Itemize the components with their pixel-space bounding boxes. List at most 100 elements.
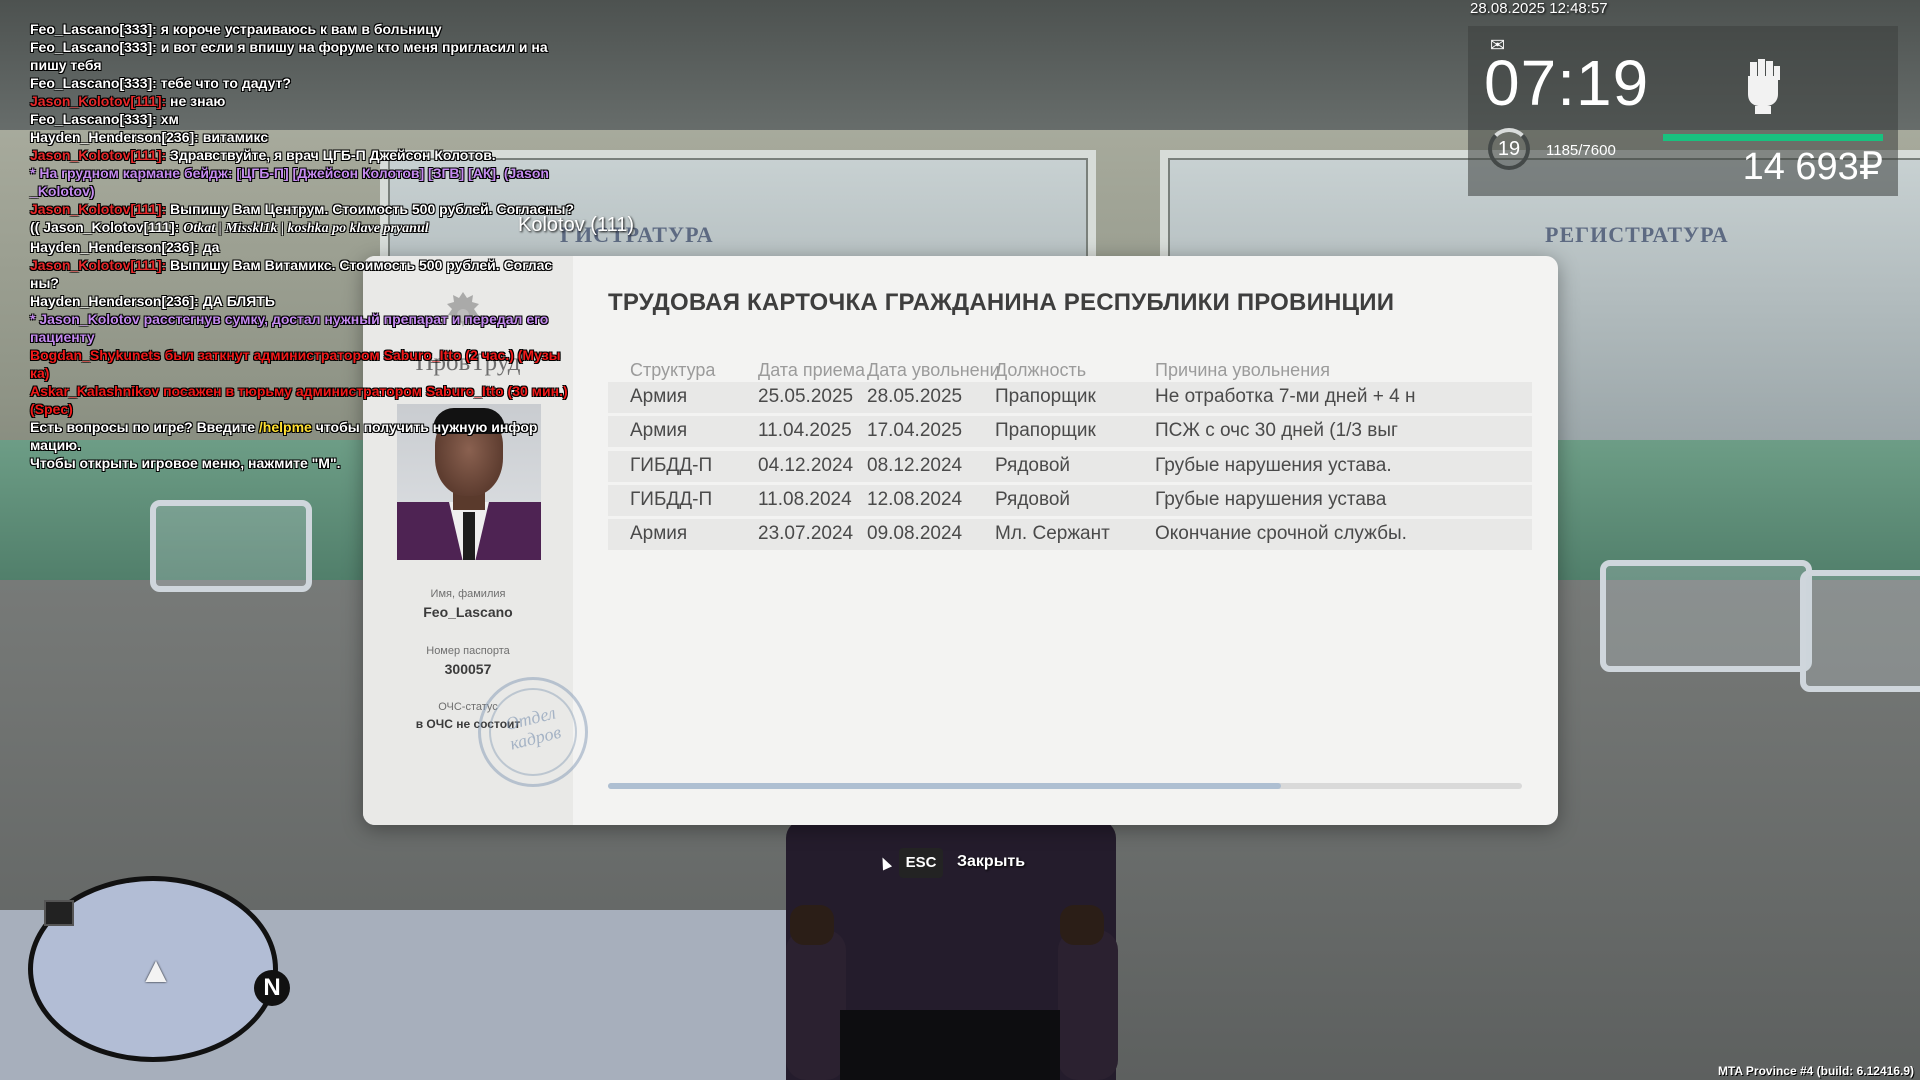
chat-segment: Otkat | Misskl1k | koshka po klave pryan… <box>183 221 429 236</box>
name-label: Имя, фамилия <box>430 588 506 600</box>
table-cell: 04.12.2024 <box>758 454 854 476</box>
chat-segment: Feo_Lascano[333]: хм <box>30 111 179 127</box>
chat-segment: Jason_Kolotov[111]: <box>30 93 167 109</box>
table-row: Армия 25.05.2025 28.05.2025 Прапорщик Не отр… <box>608 382 1532 413</box>
scrollbar-thumb[interactable] <box>608 783 1281 789</box>
hr-stamp: Отдел кадров <box>478 677 588 787</box>
chat-line: Hayden_Henderson[236]: да <box>30 238 600 256</box>
chat-line: Feo_Lascano[333]: я короче устраиваюсь к… <box>30 20 600 38</box>
chat-segment: Feo_Lascano[333]: я короче устраиваюсь к… <box>30 21 442 37</box>
chair <box>1800 570 1920 692</box>
table-cell: 08.12.2024 <box>867 454 963 476</box>
table-cell: 12.08.2024 <box>867 488 963 510</box>
chat-line: Jason_Kolotov[111]: Выпишу Вам Центрум. … <box>30 200 600 218</box>
chair <box>1600 560 1812 672</box>
hud-date: 28.08.2025 12:48:57 <box>1470 0 1608 17</box>
chat-line: * На грудном кармане бейдж: [ЦГБ-П] [Дже… <box>30 164 600 182</box>
chat-line: Чтобы открыть игровое меню, нажмите "M". <box>30 454 600 472</box>
employment-table[interactable]: Структура Дата приема Дата увольнени Должно… <box>608 360 1532 588</box>
table-cell: Грубые нарушения устава. <box>1155 454 1392 476</box>
table-cell: ПСЖ с очс 30 дней (1/3 выг <box>1155 420 1398 442</box>
passport-label: Номер паспорта <box>426 645 510 657</box>
chat-line: пациенту <box>30 328 600 346</box>
chat-segment: Jason_Kolotov[111]: <box>30 147 167 163</box>
chat-line: Feo_Lascano[333]: тебе что то дадут? <box>30 74 600 92</box>
chat-segment: (( Jason_Kolotov[111]: <box>30 219 184 235</box>
chat-line: Bogdan_Shykunets был заткнут администрат… <box>30 346 600 364</box>
table-cell: 23.07.2024 <box>758 523 854 545</box>
table-cell: 25.05.2025 <box>758 386 854 407</box>
chat-segment: чтобы получить нужную инфор <box>311 419 538 435</box>
chat-segment: Jason_Kolotov[111]: <box>30 201 167 217</box>
table-cell: Рядовой <box>995 454 1071 476</box>
chat-segment: Jason_Kolotov[111]: <box>30 257 167 273</box>
table-row: ГИБДД-П 11.08.2024 12.08.2024 Рядовой Грубые… <box>608 484 1532 516</box>
chat-segment: Выпишу Вам Центрум. Стоимость 500 рублей… <box>166 201 575 217</box>
chat-line: Есть вопросы по игре? Введите /helpme чт… <box>30 418 600 436</box>
table-column-header: Дата увольнени <box>867 360 1000 380</box>
health-bar <box>1663 134 1883 141</box>
hud-panel: ✉ 07:19 19 1185/7600 14 693₽ <box>1468 26 1898 196</box>
chat-segment: ка) <box>30 365 50 381</box>
close-label[interactable]: Закрыть <box>957 853 1025 871</box>
table-cell: 09.08.2024 <box>867 523 963 545</box>
chat-segment: пишу тебя <box>30 57 102 73</box>
table-cell: Армия <box>630 386 688 407</box>
chat-segment: Есть вопросы по игре? Введите <box>30 419 259 435</box>
chat-segment: Feo_Lascano[333]: тебе что то дадут? <box>30 75 291 91</box>
chat-segment: Здравствуйте, я врач ЦГБ-П Джейсон Колот… <box>166 147 496 163</box>
chat-line: ны? <box>30 274 600 292</box>
chat-line: Jason_Kolotov[111]: не знаю <box>30 92 600 110</box>
table-row: Армия 23.07.2024 09.08.2024 Мл. Сержант Окон… <box>608 519 1532 551</box>
table-cell: Прапорщик <box>995 386 1096 407</box>
chat-line: (( Jason_Kolotov[111]: Otkat | Misskl1k … <box>30 218 600 238</box>
table-cell: 11.08.2024 <box>758 488 852 510</box>
table-cell: Прапорщик <box>995 420 1096 442</box>
chat-line: * Jason_Kolotov расстегнув сумку, достал… <box>30 310 600 328</box>
table-row: Армия 11.04.2025 17.04.2025 Прапорщик ПСЖ с … <box>608 416 1532 448</box>
chat-line: Feo_Lascano[333]: хм <box>30 110 600 128</box>
player-hand <box>790 905 834 945</box>
player-arm <box>786 930 846 1080</box>
chat-line: Askar_Kalashnikov посажен в тюрьму админ… <box>30 382 600 400</box>
chat-line: ка) <box>30 364 600 382</box>
chat-log: Feo_Lascano[333]: я короче устраиваюсь к… <box>30 20 600 472</box>
table-cell: Мл. Сержант <box>995 523 1110 545</box>
passport-value: 300057 <box>444 661 492 677</box>
chat-segment: * Jason_Kolotov расстегнув сумку, достал… <box>30 311 549 327</box>
esc-key-button[interactable]: ESC <box>899 848 943 878</box>
map-blip-icon <box>44 900 74 926</box>
player-hand <box>1060 905 1104 945</box>
table-cell: 17.04.2025 <box>867 420 963 442</box>
name-value: Feo_Lascano <box>423 604 513 620</box>
table-cell: ГИБДД-П <box>630 488 713 510</box>
chat-segment: Выпишу Вам Витамикс. Стоимость 500 рубле… <box>166 257 553 273</box>
chat-line: Hayden_Henderson[236]: ДА БЛЯТЬ <box>30 292 600 310</box>
horizontal-scrollbar[interactable] <box>608 783 1522 789</box>
chat-segment: Чтобы открыть игровое меню, нажмите "M". <box>30 455 341 471</box>
table-cell: Армия <box>630 523 688 545</box>
north-indicator: N <box>254 970 290 1006</box>
chat-line: пишу тебя <box>30 56 600 74</box>
table-cell: ГИБДД-П <box>630 454 713 476</box>
chat-segment: Askar_Kalashnikov посажен в тюрьму админ… <box>30 383 568 399</box>
chat-segment: /helpme <box>258 419 312 435</box>
chat-segment: Hayden_Henderson[236]: ДА БЛЯТЬ <box>30 293 275 309</box>
player-arm <box>1058 930 1118 1080</box>
reception-sign: РЕГИСТРАТУРА <box>1545 222 1729 247</box>
table-cell: Армия <box>630 420 688 442</box>
health-bar-fill <box>1663 134 1883 141</box>
chat-line: (Spec) <box>30 400 600 418</box>
chat-segment: мацию. <box>30 437 82 453</box>
hud-level: 19 <box>1497 138 1521 160</box>
chat-line: Feo_Lascano[333]: и вот если я впишу на … <box>30 38 600 56</box>
table-cell: 11.04.2025 <box>758 420 852 442</box>
table-cell: 28.05.2025 <box>867 386 963 407</box>
table-row: ГИБДД-П 04.12.2024 08.12.2024 Рядовой Грубые… <box>608 450 1532 482</box>
hud-money: 14 693₽ <box>1742 146 1883 188</box>
table-column-header: Структура <box>630 360 716 380</box>
hud-time: 07:19 <box>1484 47 1650 119</box>
fist-icon <box>1738 54 1788 114</box>
chair <box>150 500 312 592</box>
chat-segment: не знаю <box>166 93 226 109</box>
